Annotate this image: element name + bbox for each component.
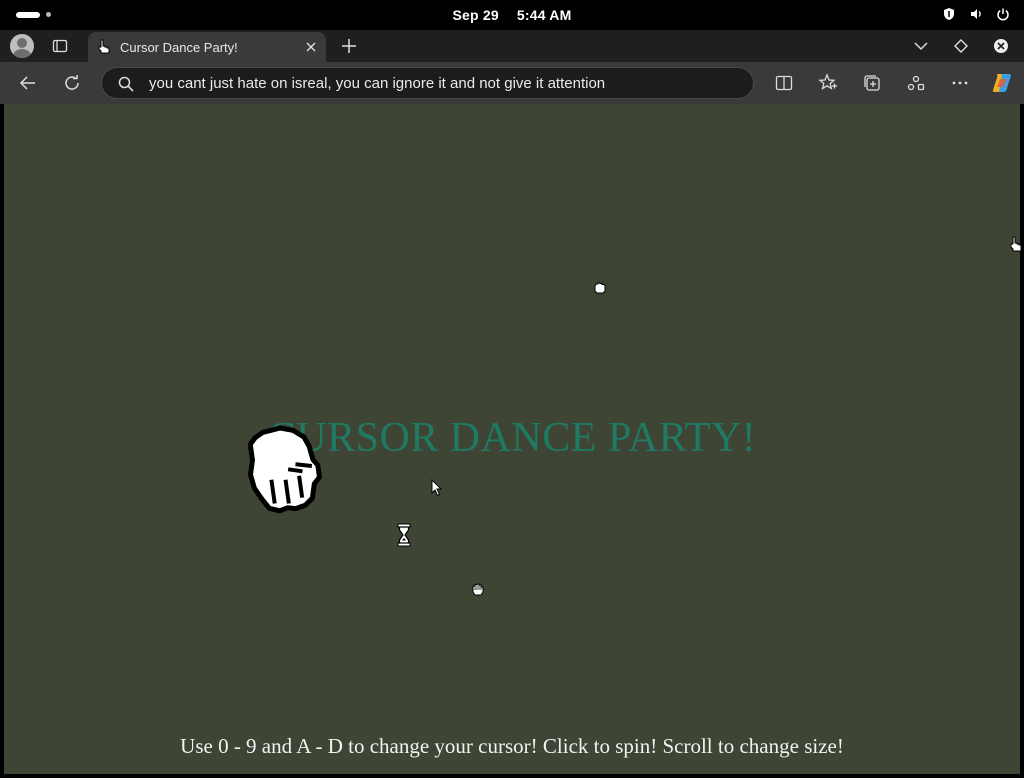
share-icon[interactable] [906,73,926,93]
window-close-icon[interactable] [992,37,1010,55]
volume-icon [971,9,981,19]
open-hand-cursor-icon [472,583,484,596]
back-icon[interactable] [18,73,38,93]
system-top-bar: Sep 29 5:44 AM [0,0,1024,30]
date-text: Sep 29 [452,7,499,23]
arrow-cursor-icon [431,479,443,497]
address-input[interactable]: you cant just hate on isreal, you can ig… [149,75,605,92]
close-tab-icon[interactable] [304,40,318,54]
instructions-text: Use 0 - 9 and A - D to change your curso… [180,734,844,758]
address-bar[interactable]: you cant just hate on isreal, you can ig… [101,67,754,99]
hourglass-cursor-icon [397,523,411,547]
more-icon[interactable] [950,73,970,93]
clock[interactable]: Sep 29 5:44 AM [0,7,1024,23]
copilot-icon[interactable] [990,71,1014,95]
tab-cursor-dance-party[interactable]: Cursor Dance Party! [88,32,326,62]
page-title: CURSOR DANCE PARTY! [267,415,757,461]
tab-actions-icon[interactable] [52,38,68,54]
power-icon [997,8,1009,21]
favorites-icon[interactable] [818,73,838,93]
tab-bar-controls [912,37,1010,55]
browser-tab-bar: Cursor Dance Party! [0,30,1024,62]
browser-nav-bar: you cant just hate on isreal, you can ig… [0,62,1024,104]
new-tab-icon[interactable] [340,37,358,55]
profile-avatar[interactable] [10,34,34,58]
reload-icon[interactable] [62,73,82,93]
page-canvas[interactable]: CURSOR DANCE PARTY! Use 0 - 9 and A - D … [4,104,1022,774]
time-text: 5:44 AM [516,7,572,23]
search-icon [118,76,134,92]
shield-icon [944,8,954,20]
tab-title: Cursor Dance Party! [120,40,238,55]
split-screen-icon[interactable] [774,73,794,93]
grab-cursor-icon [594,282,606,294]
nav-toolbar [774,73,970,93]
diamond-icon[interactable] [952,37,970,55]
tab-list-chevron-icon[interactable] [912,37,930,55]
hand-cursor-icon [98,39,110,54]
hand-cursor-icon [1010,236,1022,252]
system-tray[interactable] [942,7,1010,21]
collections-icon[interactable] [862,73,882,93]
big-grab-cursor-icon [247,425,322,514]
